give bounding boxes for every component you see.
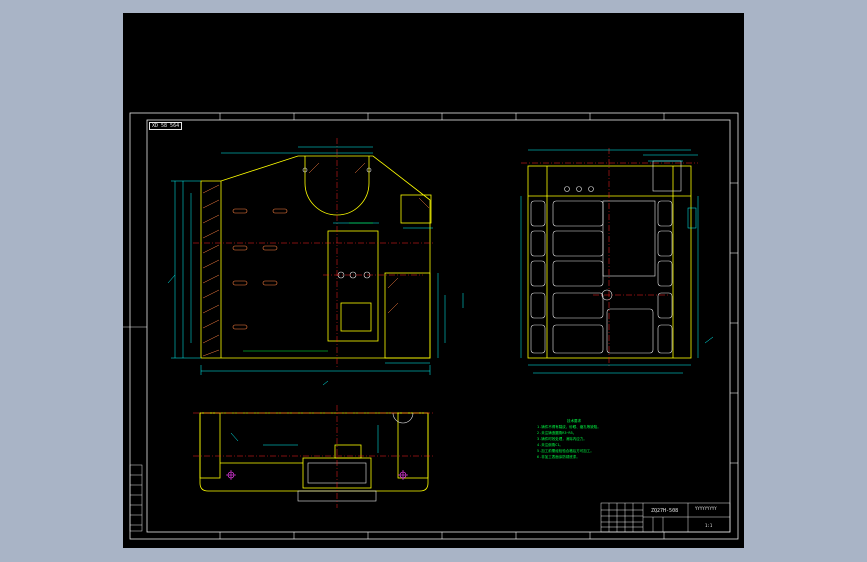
revision-block	[129, 464, 143, 532]
inner-frame	[146, 119, 731, 533]
drawing-viewport[interactable]: XD 58 564 ZQ27H-508 YYYYYYYYY 1:1 技术要求 1…	[123, 13, 744, 548]
top-view	[193, 405, 435, 508]
drawing-number: ZQ27H-508	[651, 508, 679, 514]
front-view	[167, 138, 464, 386]
cad-drawing	[123, 112, 739, 540]
view-label-tag: XD 58 564	[149, 122, 183, 130]
sheet-ref: YYYYYYYYY	[695, 506, 717, 511]
technical-notes: 技术要求 1.铸件不得有裂纹、砂眼、缩孔等缺陷。 2.未注铸造圆角R3~R5。 …	[537, 418, 601, 460]
note-line: 6.非加工表面涂防锈底漆。	[537, 455, 580, 459]
side-view	[520, 148, 714, 374]
zone-ticks	[123, 113, 738, 539]
scale-note: 1:1	[705, 523, 713, 528]
